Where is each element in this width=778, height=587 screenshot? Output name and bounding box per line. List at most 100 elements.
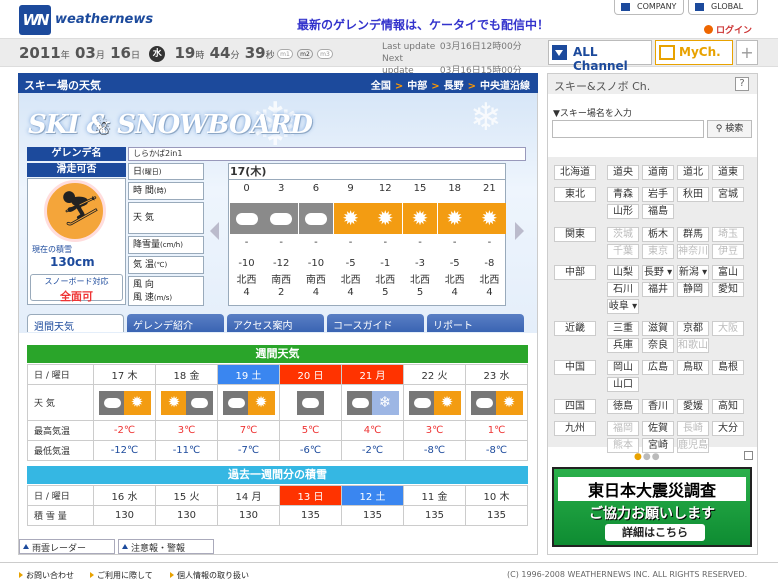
- prefecture-link[interactable]: 滋賀: [642, 321, 674, 336]
- terms-link[interactable]: ご利用に際して: [90, 570, 153, 581]
- promo-banner-text[interactable]: 最新のゲレンデ情報は、ケータイでも配信中！: [297, 16, 549, 33]
- forecast-wind: 北西 5: [403, 275, 438, 299]
- prefecture-link[interactable]: 群馬: [677, 227, 709, 242]
- prefecture-link[interactable]: 愛媛: [677, 399, 709, 414]
- weathernews-logo[interactable]: WN: [19, 5, 51, 35]
- tab-0[interactable]: 週間天気: [27, 314, 124, 333]
- snow-value: 130: [217, 505, 280, 526]
- global-link[interactable]: GLOBAL: [688, 0, 758, 15]
- prefecture-link[interactable]: 栃木: [642, 227, 674, 242]
- prefecture-link[interactable]: 佐賀: [642, 421, 674, 436]
- prefecture-link[interactable]: 兵庫: [607, 338, 639, 353]
- prefecture-link[interactable]: 高知: [712, 399, 744, 414]
- banner-line1: 東日本大震災調査: [558, 477, 746, 501]
- weather-cell: [465, 384, 528, 421]
- arrow-icon: [90, 572, 94, 578]
- contact-link[interactable]: お問い合わせ: [19, 570, 74, 581]
- region-3[interactable]: 中部: [554, 265, 596, 280]
- tab-4[interactable]: リポート: [427, 314, 524, 332]
- prefecture-link[interactable]: 香川: [642, 399, 674, 414]
- prefecture-link[interactable]: 宮崎: [642, 438, 674, 453]
- company-link[interactable]: COMPANY: [614, 0, 684, 15]
- region-1[interactable]: 東北: [554, 187, 596, 202]
- cloudy-icon: [346, 390, 374, 415]
- prefecture-link[interactable]: 大分: [712, 421, 744, 436]
- low-temp: -2℃: [341, 440, 404, 461]
- tab-2[interactable]: アクセス案内: [227, 314, 324, 332]
- prefecture-link: 和歌山: [677, 338, 709, 353]
- login-link[interactable]: ログイン: [704, 23, 752, 36]
- prev-arrow-icon[interactable]: [210, 222, 219, 240]
- region-0[interactable]: 北海道: [554, 165, 596, 180]
- region-4[interactable]: 近畿: [554, 321, 596, 336]
- prefecture-link[interactable]: 島根: [712, 360, 744, 375]
- region-5[interactable]: 中国: [554, 360, 596, 375]
- prefecture-link[interactable]: 福井: [642, 282, 674, 297]
- size-m1-button[interactable]: m1: [277, 49, 293, 59]
- prefecture-link[interactable]: 富山: [712, 265, 744, 280]
- prefecture-link[interactable]: 徳島: [607, 399, 639, 414]
- prefecture-link: 東京: [642, 244, 674, 259]
- forecast-temp: -8: [484, 258, 495, 269]
- snow-depth-label: 現在の積雪: [32, 245, 72, 254]
- help-icon[interactable]: ?: [735, 77, 749, 91]
- region-7[interactable]: 九州: [554, 421, 596, 436]
- prefecture-link[interactable]: 静岡: [677, 282, 709, 297]
- carousel-dots[interactable]: ●●●: [634, 452, 661, 462]
- region-6[interactable]: 四国: [554, 399, 596, 414]
- banner-details-button[interactable]: 詳細はこちら: [605, 524, 705, 541]
- brand-name[interactable]: weathernews: [55, 12, 153, 27]
- breadcrumb-item[interactable]: 中部: [407, 81, 427, 92]
- wind-speed: 4: [243, 287, 250, 298]
- prefecture-link[interactable]: 京都: [677, 321, 709, 336]
- prefecture-link[interactable]: 道央: [607, 165, 639, 180]
- privacy-link[interactable]: 個人情報の取り扱い: [170, 570, 249, 581]
- tab-3[interactable]: コースガイド: [327, 314, 424, 332]
- prefecture-link[interactable]: 三重: [607, 321, 639, 336]
- prefecture-link[interactable]: 長野 ▾: [642, 265, 674, 280]
- rain-radar-link[interactable]: 雨雲レーダー: [19, 539, 115, 554]
- prefecture-link[interactable]: 宮城: [712, 187, 744, 202]
- breadcrumb-item[interactable]: 中央道沿線: [480, 81, 530, 92]
- all-channel-button[interactable]: ALL Channel: [548, 40, 652, 73]
- forecast-hour: 15: [413, 183, 427, 194]
- prefecture-link[interactable]: 秋田: [677, 187, 709, 202]
- prefecture-link[interactable]: 道東: [712, 165, 744, 180]
- prefecture-link[interactable]: 福島: [642, 204, 674, 219]
- prefecture-link[interactable]: 鳥取: [677, 360, 709, 375]
- tab-1[interactable]: ゲレンデ紹介: [127, 314, 224, 332]
- prefecture-link[interactable]: 岩手: [642, 187, 674, 202]
- prefecture-link[interactable]: 山梨: [607, 265, 639, 280]
- next-arrow-icon[interactable]: [515, 222, 524, 240]
- prefecture-link[interactable]: 山口: [607, 377, 639, 392]
- sunny-icon: [333, 203, 368, 234]
- warnings-link[interactable]: 注意報・警報: [118, 539, 214, 554]
- my-channel-button[interactable]: MyCh.: [655, 40, 733, 65]
- prefecture-link[interactable]: 石川: [607, 282, 639, 297]
- region-2[interactable]: 関東: [554, 227, 596, 242]
- search-button[interactable]: ⚲ 検索: [707, 120, 752, 138]
- breadcrumb-separator: >: [431, 81, 440, 92]
- prefecture-link[interactable]: 新潟 ▾: [677, 265, 709, 280]
- forecast-precip: -: [452, 237, 457, 248]
- prefecture-link[interactable]: 広島: [642, 360, 674, 375]
- breadcrumb-item[interactable]: 長野: [444, 81, 464, 92]
- prefecture-link[interactable]: 道南: [642, 165, 674, 180]
- breadcrumb-item[interactable]: 全国: [371, 81, 391, 92]
- prefecture-link[interactable]: 奈良: [642, 338, 674, 353]
- prefecture-link[interactable]: 青森: [607, 187, 639, 202]
- row-label-time: 時 間(時): [128, 182, 204, 200]
- add-channel-button[interactable]: +: [736, 40, 758, 65]
- sidebar-title: スキー&スノボ Ch.: [548, 74, 757, 94]
- size-m3-button[interactable]: m3: [317, 49, 333, 59]
- size-m2-button[interactable]: m2: [297, 49, 313, 59]
- my-channel-label: MyCh.: [679, 45, 721, 59]
- prefecture-link[interactable]: 岐阜 ▾: [607, 299, 639, 314]
- prefecture-link[interactable]: 道北: [677, 165, 709, 180]
- prefecture-link[interactable]: 岡山: [607, 360, 639, 375]
- prefecture-link[interactable]: 山形: [607, 204, 639, 219]
- expand-icon[interactable]: [744, 451, 753, 460]
- ski-resort-search-input[interactable]: [552, 120, 704, 138]
- wind-speed: 5: [382, 287, 389, 298]
- prefecture-link[interactable]: 愛知: [712, 282, 744, 297]
